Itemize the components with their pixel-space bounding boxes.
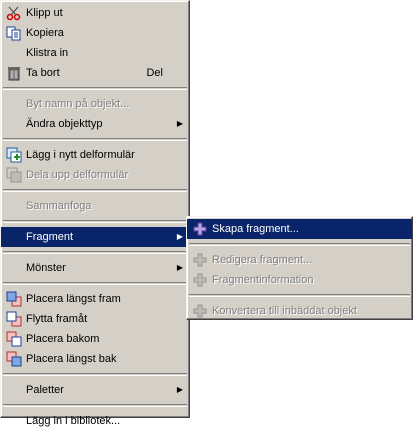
fragment-icon <box>192 221 208 237</box>
menu-separator <box>3 404 187 407</box>
fragment-icon <box>192 272 208 288</box>
menu-item-delete[interactable]: Ta bort Del <box>1 63 189 83</box>
menu-separator <box>189 243 410 246</box>
menu-separator <box>3 282 187 285</box>
menu-item-pattern[interactable]: Mönster ▶ <box>1 258 189 278</box>
menu-item-palettes[interactable]: Paletter ▶ <box>1 380 189 400</box>
submenu-arrow-icon: ▶ <box>176 232 183 241</box>
trash-icon <box>6 65 22 81</box>
add-subform-icon <box>6 147 22 163</box>
menu-item-edit-fragment: Redigera fragment... <box>187 250 412 270</box>
menu-item-change-object-type[interactable]: Ändra objekttyp ▶ <box>1 114 189 134</box>
menu-item-label: Redigera fragment... <box>212 254 313 266</box>
menu-item-add-subform[interactable]: Lägg i nytt delformulär <box>1 145 189 165</box>
menu-item-label: Mönster <box>26 262 66 274</box>
menu-separator <box>3 138 187 141</box>
menu-item-split-subform: Dela upp delformulär <box>1 165 189 185</box>
menu-item-rename-object: Byt namn på objekt... <box>1 94 189 114</box>
menu-item-label: Byt namn på objekt... <box>26 98 130 110</box>
menu-separator <box>3 87 187 90</box>
menu-separator <box>3 189 187 192</box>
menu-item-fragment-info: Fragmentinformation <box>187 270 412 290</box>
send-to-back-icon <box>6 351 22 367</box>
menu-item-create-fragment[interactable]: Skapa fragment... <box>187 219 412 239</box>
menu-item-copy[interactable]: Kopiera <box>1 23 189 43</box>
shortcut-label: Del <box>146 67 163 79</box>
menu-item-label: Lägg i nytt delformulär <box>26 149 135 161</box>
menu-separator <box>3 220 187 223</box>
menu-item-label: Sammanfoga <box>26 200 92 212</box>
scissors-icon <box>6 5 22 21</box>
menu-item-label: Fragmentinformation <box>212 274 314 286</box>
submenu-arrow-icon: ▶ <box>176 263 183 272</box>
menu-item-label: Kopiera <box>26 27 64 39</box>
menu-item-convert-embedded: Konvertera till inbäddat objekt <box>187 301 412 321</box>
menu-separator <box>3 251 187 254</box>
menu-item-label: Skapa fragment... <box>212 223 299 235</box>
send-backward-icon <box>6 331 22 347</box>
menu-item-label: Klipp ut <box>26 7 63 19</box>
context-menu: Klipp ut Kopiera Klistra in Ta bort Del … <box>0 0 190 427</box>
menu-item-bring-forward[interactable]: Flytta framåt <box>1 309 189 329</box>
menu-item-bring-to-front[interactable]: Placera längst fram <box>1 289 189 309</box>
menu-item-label: Konvertera till inbäddat objekt <box>212 305 357 317</box>
split-subform-icon <box>6 167 22 183</box>
menu-item-cut[interactable]: Klipp ut <box>1 3 189 23</box>
fragment-icon <box>192 303 208 319</box>
menu-item-label: Lägg in i bibliotek... <box>26 415 121 427</box>
menu-separator <box>3 373 187 376</box>
bring-forward-icon <box>6 311 22 327</box>
fragment-icon <box>192 252 208 268</box>
bring-to-front-icon <box>6 291 22 307</box>
fragment-submenu: Skapa fragment... Redigera fragment... F… <box>186 216 413 320</box>
menu-item-merge: Sammanfoga <box>1 196 189 216</box>
menu-item-label: Klistra in <box>26 47 69 59</box>
submenu-arrow-icon: ▶ <box>176 119 183 128</box>
menu-item-paste[interactable]: Klistra in <box>1 43 189 63</box>
menu-item-label: Placera bakom <box>26 333 100 345</box>
menu-item-label: Ändra objekttyp <box>26 118 103 130</box>
menu-item-label: Ta bort <box>26 67 60 79</box>
menu-item-label: Dela upp delformulär <box>26 169 129 181</box>
copy-icon <box>6 25 22 41</box>
menu-item-label: Fragment <box>26 231 74 243</box>
menu-item-label: Placera längst bak <box>26 353 117 365</box>
menu-item-label: Placera längst fram <box>26 293 121 305</box>
menu-item-send-to-back[interactable]: Placera längst bak <box>1 349 189 369</box>
menu-item-send-backward[interactable]: Placera bakom <box>1 329 189 349</box>
menu-separator <box>189 294 410 297</box>
menu-item-fragment[interactable]: Fragment ▶ <box>1 227 189 247</box>
submenu-arrow-icon: ▶ <box>176 385 183 394</box>
menu-item-label: Paletter <box>26 384 64 396</box>
menu-item-label: Flytta framåt <box>26 313 88 325</box>
menu-item-add-to-library[interactable]: Lägg in i bibliotek... <box>1 411 189 431</box>
